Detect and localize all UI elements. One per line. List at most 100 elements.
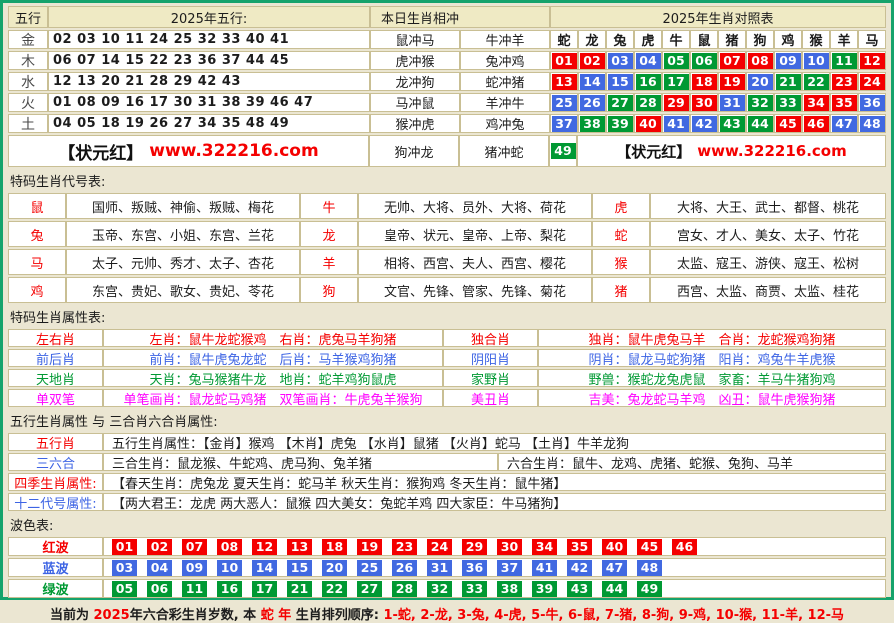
wave-number-badge: 39 <box>532 581 557 597</box>
five-element-text: 【春天生肖：虎兔龙 夏天生肖：蛇马羊 秋天生肖：猴狗鸡 冬天生肖：鼠牛猪】 <box>103 473 886 491</box>
zodiac-number-cell: 15 <box>606 72 634 91</box>
note-year: 2025 <box>94 608 130 623</box>
zodiac-number-cell: 38 <box>578 114 606 133</box>
zodiac-number-badge: 45 <box>776 116 801 132</box>
zodiac-number-badge: 24 <box>860 74 885 90</box>
five-elements-clash-zodiac-table: 五行 2025年五行: 本日生肖相冲 2025年生肖对照表 金02 03 10 … <box>8 6 886 167</box>
zodiac-number-cell: 29 <box>662 93 690 112</box>
zodiac-number-badge: 44 <box>748 116 773 132</box>
wave-number-badge: 47 <box>602 560 627 576</box>
site-url-link[interactable]: www.322216.com <box>697 142 846 160</box>
zodiac-number-cell: 32 <box>746 93 774 112</box>
zodiac-code-names: 皇帝、状元、皇帝、上帝、梨花 <box>358 221 592 247</box>
zodiac-number-cell: 34 <box>802 93 830 112</box>
clash-pair: 狗冲龙 <box>369 135 459 167</box>
wave-number-badge: 36 <box>462 560 487 576</box>
wave-number-badge: 09 <box>182 560 207 576</box>
five-element-label: 十二代号属性: <box>8 493 103 511</box>
wave-number-badge: 42 <box>567 560 592 576</box>
zodiac-animal: 猪 <box>718 30 746 49</box>
five-element-text: 【两大君王：龙虎 两大恶人：鼠猴 四大美女：兔蛇羊鸡 四大家臣：牛马猪狗】 <box>103 493 886 511</box>
zodiac-code-names: 东宫、贵妃、歌女、贵妃、苓花 <box>66 277 300 303</box>
clash-pair: 鸡冲兔 <box>460 114 550 133</box>
attribute-label: 前后肖 <box>8 349 103 367</box>
zodiac-code-label: 马 <box>8 249 66 275</box>
element-numbers: 01 08 09 16 17 30 31 38 39 46 47 <box>48 93 370 112</box>
zodiac-code-names: 西宫、太监、商贾、太监、桂花 <box>650 277 886 303</box>
clash-pair: 猴冲虎 <box>370 114 460 133</box>
wave-number-badge: 40 <box>602 539 627 555</box>
wave-number-badge: 11 <box>182 581 207 597</box>
clash-pair: 羊冲牛 <box>460 93 550 112</box>
wave-number-badge: 05 <box>112 581 137 597</box>
top-header-zodiac-table-title: 2025年生肖对照表 <box>550 6 886 28</box>
wave-number-badge: 19 <box>357 539 382 555</box>
zodiac-number-cell: 36 <box>858 93 886 112</box>
wave-number-badge: 41 <box>532 560 557 576</box>
zodiac-number-badge: 27 <box>608 95 633 111</box>
element-numbers: 06 07 14 15 22 23 36 37 44 45 <box>48 51 370 70</box>
attribute-text: 左肖：鼠牛龙蛇猴鸡 右肖：虎兔马羊狗猪 <box>103 329 443 347</box>
attribute-text: 吉美：兔龙蛇马羊鸡 凶丑：鼠牛虎猴狗猪 <box>538 389 886 407</box>
note-prefix: 当前为 <box>50 608 94 623</box>
zodiac-number-cell: 26 <box>578 93 606 112</box>
wave-numbers: 03040910141520252631363741424748 <box>103 558 886 577</box>
wave-number-badge: 46 <box>672 539 697 555</box>
zodiac-number-cell: 41 <box>662 114 690 133</box>
zodiac-code-names: 玉帝、东宫、小姐、东宫、兰花 <box>66 221 300 247</box>
zodiac-number-cell: 07 <box>718 51 746 70</box>
zodiac-number-cell: 11 <box>830 51 858 70</box>
zodiac-code-label: 龙 <box>300 221 358 247</box>
five-element-text: 六合生肖：鼠牛、龙鸡、虎猪、蛇猴、兔狗、马羊 <box>498 453 886 471</box>
zodiac-number-badge: 11 <box>832 53 857 69</box>
zodiac-number-cell: 01 <box>550 51 578 70</box>
codes-row: 鼠国师、叛贼、神偷、叛贼、梅花牛无帅、大将、员外、大将、荷花虎大将、大王、武士、… <box>8 193 886 219</box>
zodiac-number-badge: 46 <box>804 116 829 132</box>
zodiac-number-cell: 20 <box>746 72 774 91</box>
five-element-label: 四季生肖属性: <box>8 473 103 491</box>
zodiac-number-cell: 04 <box>634 51 662 70</box>
zodiac-number-badge: 09 <box>776 53 801 69</box>
wave-table-title: 波色表: <box>8 513 886 537</box>
wave-number-badge: 38 <box>497 581 522 597</box>
clash-pair: 牛冲羊 <box>460 30 550 49</box>
site-url-link[interactable]: www.322216.com <box>149 141 318 161</box>
site-banner-left: 【状元红】 www.322216.com <box>8 135 369 167</box>
zodiac-number-cell: 17 <box>662 72 690 91</box>
zodiac-number-cell: 47 <box>830 114 858 133</box>
five-element-label: 五行肖 <box>8 433 103 451</box>
attribute-row: 前后肖前肖：鼠牛虎兔龙蛇 后肖：马羊猴鸡狗猪阴阳肖阴肖：鼠龙马蛇狗猪 阳肖：鸡兔… <box>8 349 886 367</box>
zodiac-number-cell: 23 <box>830 72 858 91</box>
wave-color-table: 红波0102070812131819232429303435404546蓝波03… <box>8 537 886 598</box>
zodiac-animal: 牛 <box>662 30 690 49</box>
zodiac-number-badge: 10 <box>804 53 829 69</box>
zodiac-number-badge: 28 <box>636 95 661 111</box>
zodiac-number-cell: 03 <box>606 51 634 70</box>
note-zodiac-year: 蛇 年 <box>261 608 292 623</box>
zodiac-number-badge: 48 <box>860 116 885 132</box>
zodiac-number-badge: 26 <box>580 95 605 111</box>
zodiac-code-label: 猪 <box>592 277 650 303</box>
wave-number-badge: 34 <box>532 539 557 555</box>
codes-row: 兔玉帝、东宫、小姐、东宫、兰花龙皇帝、状元、皇帝、上帝、梨花蛇宫女、才人、美女、… <box>8 221 886 247</box>
attribute-text: 前肖：鼠牛虎兔龙蛇 后肖：马羊猴鸡狗猪 <box>103 349 443 367</box>
zodiac-number-badge: 33 <box>776 95 801 111</box>
zodiac-number-cell: 30 <box>690 93 718 112</box>
wave-number-badge: 33 <box>462 581 487 597</box>
zodiac-number-badge: 20 <box>748 74 773 90</box>
zodiac-number-badge: 35 <box>832 95 857 111</box>
attribute-row: 天地肖天肖：兔马猴猪牛龙 地肖：蛇羊鸡狗鼠虎家野肖野兽：猴蛇龙兔虎鼠 家畜：羊马… <box>8 369 886 387</box>
wave-number-badge: 30 <box>497 539 522 555</box>
zodiac-number-cell: 13 <box>550 72 578 91</box>
zodiac-number-cell: 37 <box>550 114 578 133</box>
zodiac-animal: 鸡 <box>774 30 802 49</box>
attribute-label: 美丑肖 <box>443 389 538 407</box>
zodiac-code-label: 狗 <box>300 277 358 303</box>
codes-row: 鸡东宫、贵妃、歌女、贵妃、苓花狗文官、先锋、管家、先锋、菊花猪西宫、太监、商贾、… <box>8 277 886 303</box>
zodiac-number-badge: 18 <box>692 74 717 90</box>
zodiac-number-badge: 42 <box>692 116 717 132</box>
attributes-table-title: 特码生肖属性表: <box>8 305 886 329</box>
zodiac-order-note: 当前为 2025年六合彩生肖岁数, 本 蛇 年 生肖排列顺序: 1-蛇, 2-龙… <box>8 600 886 623</box>
zodiac-animal: 狗 <box>746 30 774 49</box>
zodiac-animal: 羊 <box>830 30 858 49</box>
